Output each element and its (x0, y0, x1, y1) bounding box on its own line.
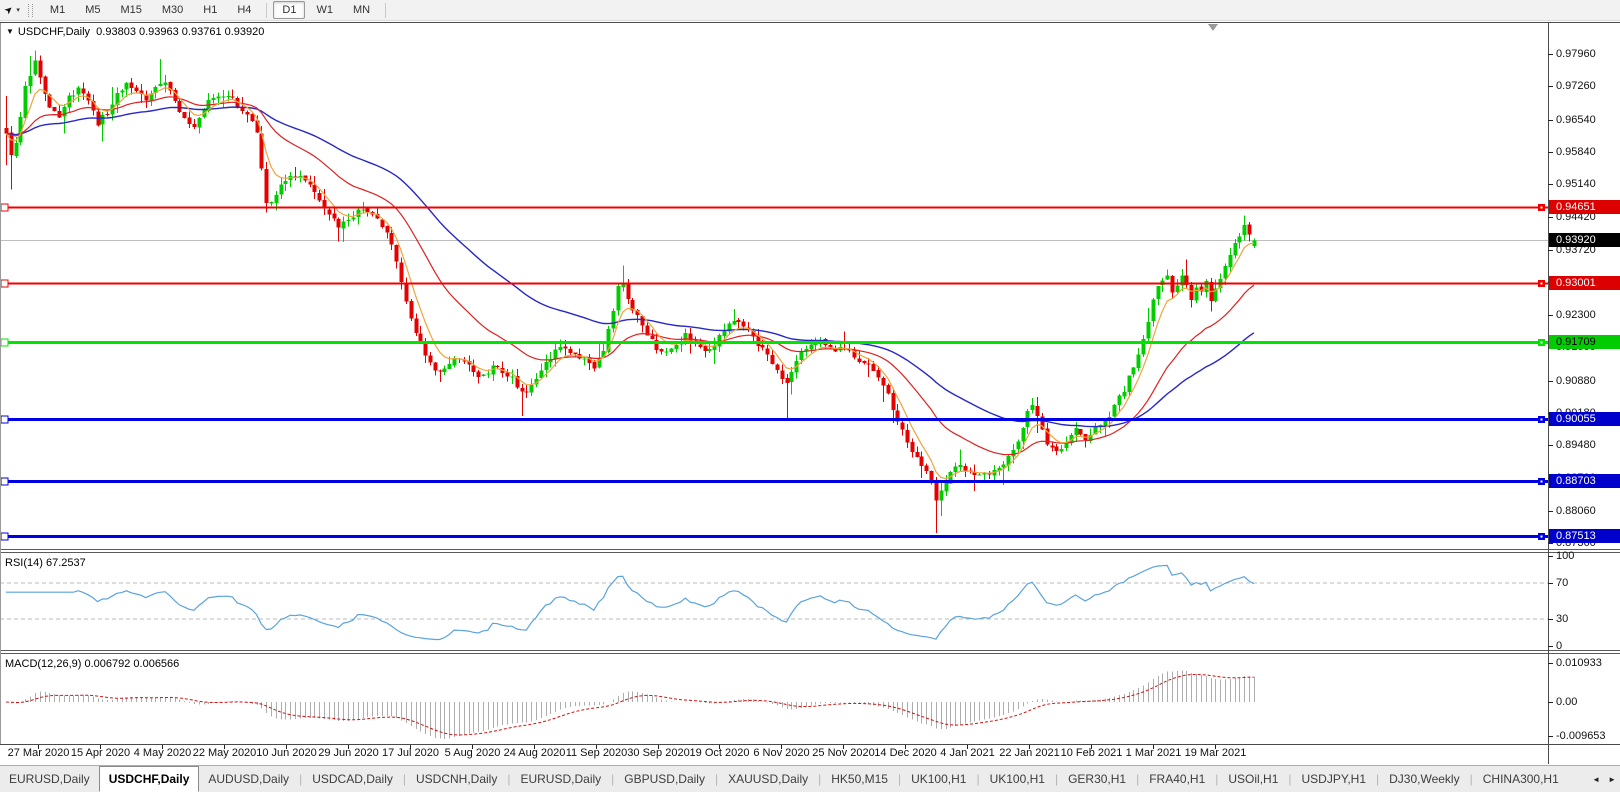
rsi-panel-layer[interactable] (0, 565, 1548, 639)
date-label: 29 Jun 2020 (318, 747, 379, 759)
main-chart-layer[interactable] (0, 50, 1548, 533)
rsi-axis-tick-label: 30 (1556, 613, 1568, 625)
chart-tab-usdjpy-h1[interactable]: USDJPY,H1 (1293, 766, 1375, 792)
price-axis-tick-label: 0.96540 (1556, 114, 1596, 126)
date-label: 10 Jun 2020 (256, 747, 317, 759)
price-axis-tick-label: 0.97260 (1556, 80, 1596, 92)
date-label: 30 Sep 2020 (627, 747, 689, 759)
mt4-terminal-window: ➤ ▾ M1M5M15M30H1H4D1W1MN ▼USDCHF,Daily 0… (0, 0, 1620, 792)
macd-indicator-label: MACD(12,26,9) 0.006792 0.006566 (5, 658, 179, 670)
current-price-label: 0.93920 (1549, 233, 1620, 247)
date-label: 15 Apr 2020 (71, 747, 130, 759)
macd-panel-layer[interactable] (6, 671, 1255, 739)
chart-tab-usoil-h1[interactable]: USOil,H1 (1219, 766, 1287, 792)
chart-ohlc-values: 0.93803 0.93963 0.93761 0.93920 (96, 26, 264, 38)
date-label: 10 Feb 2021 (1061, 747, 1123, 759)
level-price-label-0.90055: 0.90055 (1549, 412, 1620, 426)
date-label: 4 May 2020 (134, 747, 191, 759)
date-label: 27 Mar 2020 (8, 747, 70, 759)
level-price-label-0.87513: 0.87513 (1549, 529, 1620, 543)
rsi-axis-tick-label: 70 (1556, 577, 1568, 589)
price-axis-tick-label: 0.89480 (1556, 439, 1596, 451)
chart-tab-usdcad-daily[interactable]: USDCAD,Daily (303, 766, 402, 792)
date-label: 19 Mar 2021 (1185, 747, 1247, 759)
price-axis-tick-label: 0.95140 (1556, 178, 1596, 190)
hline-handle-dot (1541, 481, 1543, 483)
date-label: 17 Jul 2020 (382, 747, 439, 759)
chart-tab-uk100-h1[interactable]: UK100,H1 (981, 766, 1054, 792)
date-label: 11 Sep 2020 (566, 747, 628, 759)
macd-histogram (7, 671, 1255, 739)
macd-axis-tick-label: 0.00 (1556, 696, 1577, 708)
chart-tab-audusd-daily[interactable]: AUDUSD,Daily (199, 766, 298, 792)
chart-shift-marker-icon[interactable] (1208, 24, 1218, 31)
price-axis-tick-label: 0.90880 (1556, 375, 1596, 387)
level-price-label-0.94651: 0.94651 (1549, 200, 1620, 214)
chart-tab-hk50-m15[interactable]: HK50,M15 (822, 766, 897, 792)
chart-tab-usdcnh-daily[interactable]: USDCNH,Daily (407, 766, 506, 792)
moving-average-slow-line (6, 107, 1254, 427)
price-chart-canvas[interactable] (0, 0, 1620, 792)
date-label: 25 Nov 2020 (812, 747, 874, 759)
date-label: 22 May 2020 (193, 747, 257, 759)
level-price-label-0.93001: 0.93001 (1549, 276, 1620, 290)
chart-tab-eurusd-daily[interactable]: EURUSD,Daily (511, 766, 610, 792)
chart-title: ▼ USDCHF,Daily 0.93803 0.93963 0.93761 0.… (6, 26, 264, 38)
date-label: 14 Dec 2020 (874, 747, 936, 759)
chart-tab-uk100-h1[interactable]: UK100,H1 (902, 766, 975, 792)
tabbar-spacer (1568, 766, 1588, 792)
moving-average-mid-line (6, 97, 1254, 455)
hline-handle-dot (1541, 207, 1543, 209)
date-label: 1 Mar 2021 (1126, 747, 1182, 759)
hline-left-handle[interactable] (1, 416, 8, 423)
level-price-label-0.88703: 0.88703 (1549, 474, 1620, 488)
price-axis-tick-label: 0.92300 (1556, 309, 1596, 321)
hline-handle-dot (1541, 419, 1543, 421)
date-label: 5 Aug 2020 (445, 747, 501, 759)
price-axis-tick-label: 0.88060 (1556, 505, 1596, 517)
hline-left-handle[interactable] (1, 204, 8, 211)
chart-tab-xauusd-daily[interactable]: XAUUSD,Daily (719, 766, 817, 792)
rsi-line (6, 565, 1254, 639)
tabs-scroll-right-icon[interactable]: ► (1604, 766, 1620, 792)
level-price-label-0.91709: 0.91709 (1549, 335, 1620, 349)
date-label: 4 Jan 2021 (940, 747, 994, 759)
chart-tab-dj30-weekly[interactable]: DJ30,Weekly (1380, 766, 1468, 792)
chart-tab-gbpusd-daily[interactable]: GBPUSD,Daily (615, 766, 714, 792)
chart-tab-ger30-h1[interactable]: GER30,H1 (1059, 766, 1135, 792)
tabs-scroll-left-icon[interactable]: ◄ (1588, 766, 1604, 792)
symbol-dropdown-icon[interactable]: ▼ (6, 27, 14, 36)
rsi-indicator-label: RSI(14) 67.2537 (5, 557, 86, 569)
price-axis-tick-label: 0.95840 (1556, 146, 1596, 158)
chart-tab-fra40-h1[interactable]: FRA40,H1 (1140, 766, 1214, 792)
rsi-axis-tick-label: 0 (1556, 640, 1562, 652)
hline-left-handle[interactable] (1, 478, 8, 485)
chart-tab-bar: EURUSD,DailyUSDCHF,DailyAUDUSD,Daily|USD… (0, 765, 1620, 792)
date-label: 19 Oct 2020 (690, 747, 750, 759)
macd-axis-tick-label: 0.010933 (1556, 657, 1602, 669)
date-label: 22 Jan 2021 (999, 747, 1060, 759)
date-label: 24 Aug 2020 (504, 747, 566, 759)
macd-axis-tick-label: -0.009653 (1556, 730, 1606, 742)
hline-handle-dot (1541, 283, 1543, 285)
hline-left-handle[interactable] (1, 339, 8, 346)
hline-handle-dot (1541, 342, 1543, 344)
chart-tab-china300-h1[interactable]: CHINA300,H1 (1474, 766, 1568, 792)
chart-symbol-label: USDCHF,Daily (18, 26, 90, 38)
hline-handle-dot (1541, 536, 1543, 538)
hline-left-handle[interactable] (1, 533, 8, 540)
date-label: 6 Nov 2020 (753, 747, 809, 759)
candlestick-series (5, 50, 1257, 533)
macd-signal-line (6, 675, 1254, 736)
rsi-axis-tick-label: 100 (1556, 550, 1574, 562)
price-axis-tick-label: 0.97960 (1556, 48, 1596, 60)
hline-left-handle[interactable] (1, 280, 8, 287)
chart-tab-usdchf-daily[interactable]: USDCHF,Daily (99, 766, 200, 792)
chart-tab-eurusd-daily[interactable]: EURUSD,Daily (0, 766, 99, 792)
